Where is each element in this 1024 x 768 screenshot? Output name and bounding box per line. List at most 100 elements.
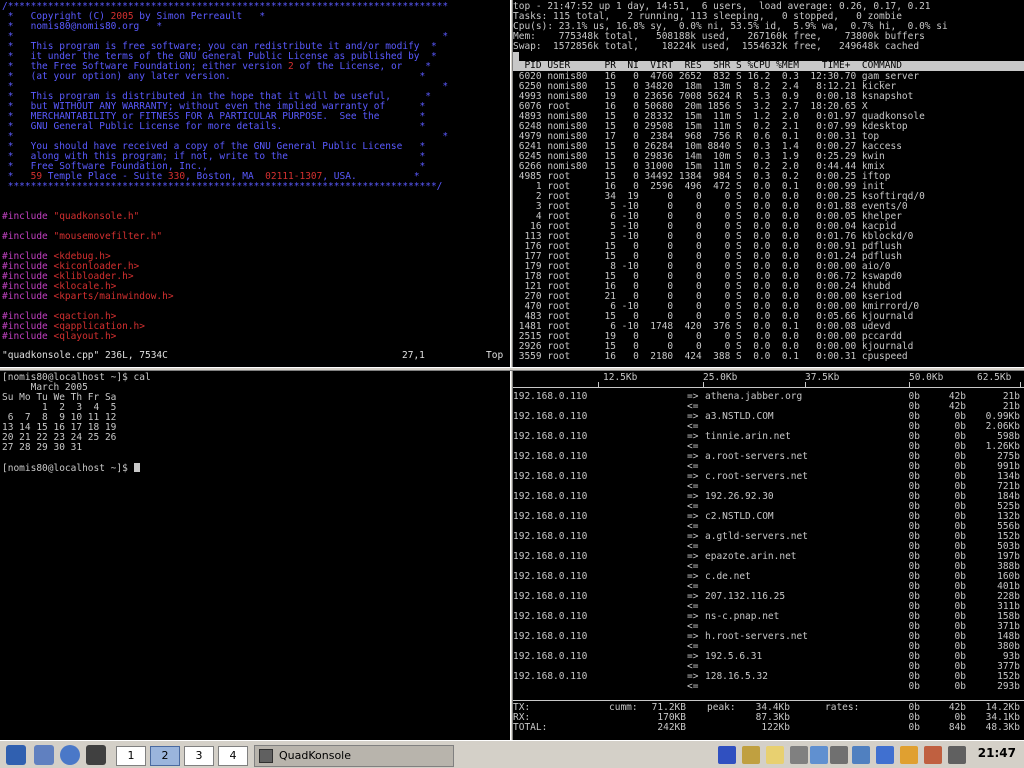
iftop-out-row: 192.168.0.110 => 207.132.116.25 0b 0b 228b bbox=[513, 592, 1024, 602]
kde-wallet-icon[interactable] bbox=[876, 746, 894, 764]
source-host: 192.168.0.110 bbox=[513, 551, 588, 562]
vim-line: #include "mousemovefilter.h" bbox=[2, 232, 162, 242]
iftop-out-row: 192.168.0.110 => 192.5.6.31 0b 0b 93b bbox=[513, 652, 1024, 662]
rate-40s: 293b bbox=[997, 681, 1020, 692]
iftop-in-row: <= 0b 0b 388b bbox=[513, 562, 1024, 572]
network-icon[interactable] bbox=[790, 746, 808, 764]
rate-10s: 0b bbox=[954, 681, 966, 692]
scale-label: 12.5Kb bbox=[603, 372, 638, 383]
vim-pane[interactable]: /***************************************… bbox=[0, 0, 510, 367]
vim-status-file: "quadkonsole.cpp" 236L, 7534C bbox=[2, 350, 168, 361]
destination-host: a3.NSTLD.COM bbox=[705, 411, 774, 422]
total-label: TOTAL: bbox=[513, 722, 548, 733]
vim-line: #include <qlayout.h> bbox=[2, 332, 116, 342]
text-cursor bbox=[133, 463, 140, 472]
task-quadkonsole[interactable]: QuadKonsole bbox=[254, 745, 454, 767]
desktop-1-button[interactable]: 1 bbox=[116, 746, 146, 766]
iftop-out-row: 192.168.0.110 => c.de.net 0b 0b 160b bbox=[513, 572, 1024, 582]
horizontal-splitter[interactable] bbox=[0, 367, 1024, 371]
volume-icon[interactable] bbox=[830, 746, 848, 764]
destination-host: 192.5.6.31 bbox=[705, 651, 763, 662]
terminal-launcher-icon[interactable] bbox=[86, 745, 106, 765]
iftop-totals: TX: cumm: 71.2KB peak: 34.4Kb rates: 0b 42b 14.2… bbox=[513, 700, 1024, 733]
source-host: 192.168.0.110 bbox=[513, 611, 588, 622]
rate-2s: 0b bbox=[908, 722, 920, 733]
iftop-out-row: 192.168.0.110 => tinnie.arin.net 0b 0b 598b bbox=[513, 432, 1024, 442]
kmix-icon[interactable] bbox=[924, 746, 942, 764]
destination-host: a.root-servers.net bbox=[705, 451, 808, 462]
source-host: 192.168.0.110 bbox=[513, 571, 588, 582]
rate-40s: 48.3Kb bbox=[985, 722, 1020, 733]
cumm-label: cumm: bbox=[609, 702, 638, 713]
vim-status-position: 27,1 bbox=[402, 350, 425, 361]
vim-token: #include bbox=[2, 331, 54, 342]
process-row: 3559 root 16 0 2180 424 388 S 0.0 0.1 0:… bbox=[513, 351, 908, 362]
scale-label: 50.0Kb bbox=[909, 372, 944, 383]
destination-host: c2.NSTLD.COM bbox=[705, 511, 774, 522]
shell-pane[interactable]: [nomis80@localhost ~]$ cal March 2005 Su … bbox=[0, 371, 510, 740]
konsole-icon bbox=[259, 749, 273, 763]
iftop-out-row: 192.168.0.110 => h.root-servers.net 0b 0b 148… bbox=[513, 632, 1024, 642]
scale-label: 25.0Kb bbox=[703, 372, 738, 383]
battery-icon[interactable] bbox=[742, 746, 760, 764]
flag-icon[interactable] bbox=[718, 746, 736, 764]
destination-host: c.root-servers.net bbox=[705, 471, 808, 482]
desktop-4-button[interactable]: 4 bbox=[218, 746, 248, 766]
updater-icon[interactable] bbox=[852, 746, 870, 764]
iftop-total-row: TOTAL: 242KB 122Kb 0b 84b 48.3Kb bbox=[513, 723, 1024, 733]
device-icon[interactable] bbox=[948, 746, 966, 764]
source-host: 192.168.0.110 bbox=[513, 631, 588, 642]
iftop-out-row: 192.168.0.110 => a3.NSTLD.COM 0b 0b 0.99Kb bbox=[513, 412, 1024, 422]
destination-host: 128.16.5.32 bbox=[705, 671, 768, 682]
source-host: 192.168.0.110 bbox=[513, 671, 588, 682]
desktop-2-button[interactable]: 2 bbox=[150, 746, 180, 766]
destination-host: h.root-servers.net bbox=[705, 631, 808, 642]
desktop-3-button[interactable]: 3 bbox=[184, 746, 214, 766]
vim-line: #include "quadkonsole.h" bbox=[2, 212, 139, 222]
clock[interactable]: 21:47 bbox=[978, 747, 1016, 759]
iftop-out-row: 192.168.0.110 => c2.NSTLD.COM 0b 0b 132b bbox=[513, 512, 1024, 522]
iftop-out-row: 192.168.0.110 => ns-c.pnap.net 0b 0b 158b bbox=[513, 612, 1024, 622]
iftop-in-row: <= 0b 0b 293b bbox=[513, 682, 1024, 692]
destination-host: a.gtld-servers.net bbox=[705, 531, 808, 542]
vim-token: <qlayout.h> bbox=[53, 331, 117, 342]
iftop-in-row: <= 0b 0b 377b bbox=[513, 662, 1024, 672]
calendar-line: 27 28 29 30 31 bbox=[2, 442, 83, 453]
source-host: 192.168.0.110 bbox=[513, 451, 588, 462]
klipper-icon[interactable] bbox=[766, 746, 784, 764]
source-host: 192.168.0.110 bbox=[513, 491, 588, 502]
vim-token: "mousemovefilter.h" bbox=[53, 231, 163, 242]
source-host: 192.168.0.110 bbox=[513, 471, 588, 482]
shell-prompt[interactable]: [nomis80@localhost ~]$ bbox=[2, 463, 140, 474]
rate-10s: 84b bbox=[948, 722, 966, 733]
iftop-out-row: 192.168.0.110 => c.root-servers.net 0b 0b 134… bbox=[513, 472, 1024, 482]
bluetooth-icon[interactable] bbox=[810, 746, 828, 764]
destination-host: epazote.arin.net bbox=[705, 551, 797, 562]
iftop-in-row: <= 0b 0b 380b bbox=[513, 642, 1024, 652]
kmenu-icon[interactable] bbox=[6, 745, 26, 765]
source-host: 192.168.0.110 bbox=[513, 651, 588, 662]
scale-tick bbox=[598, 382, 599, 388]
scale-tick bbox=[805, 382, 806, 388]
browser-icon[interactable] bbox=[60, 745, 80, 765]
scale-tick bbox=[1020, 382, 1021, 388]
knotes-icon[interactable] bbox=[900, 746, 918, 764]
vim-token: <kparts/mainwindow.h> bbox=[53, 291, 174, 302]
cumm-value: 242KB bbox=[657, 722, 686, 733]
iftop-out-row: 192.168.0.110 => a.gtld-servers.net 0b 0b 152… bbox=[513, 532, 1024, 542]
iftop-pane[interactable]: 12.5Kb 25.0Kb 37.5Kb 50.0Kb 62.5Kb 192.168.0… bbox=[513, 371, 1024, 740]
destination-host: 207.132.116.25 bbox=[705, 591, 786, 602]
iftop-scale-bar: 12.5Kb 25.0Kb 37.5Kb 50.0Kb 62.5Kb bbox=[513, 371, 1024, 388]
top-column-header: PID USER PR NI VIRT RES SHR S %CPU %MEM … bbox=[513, 61, 1024, 71]
destination-host: athena.jabber.org bbox=[705, 391, 803, 402]
show-desktop-icon[interactable] bbox=[34, 745, 54, 765]
rate-2s: 0b bbox=[908, 681, 920, 692]
shell-prompt-text: [nomis80@localhost ~]$ bbox=[2, 463, 134, 474]
in-arrow: <= bbox=[687, 681, 699, 692]
source-host: 192.168.0.110 bbox=[513, 591, 588, 602]
scale-tick bbox=[703, 382, 704, 388]
scale-tick bbox=[909, 382, 910, 388]
destination-host: ns-c.pnap.net bbox=[705, 611, 780, 622]
iftop-out-row: 192.168.0.110 => 128.16.5.32 0b 0b 152b bbox=[513, 672, 1024, 682]
top-pane[interactable]: top - 21:47:52 up 1 day, 14:51, 6 users,… bbox=[513, 0, 1024, 367]
